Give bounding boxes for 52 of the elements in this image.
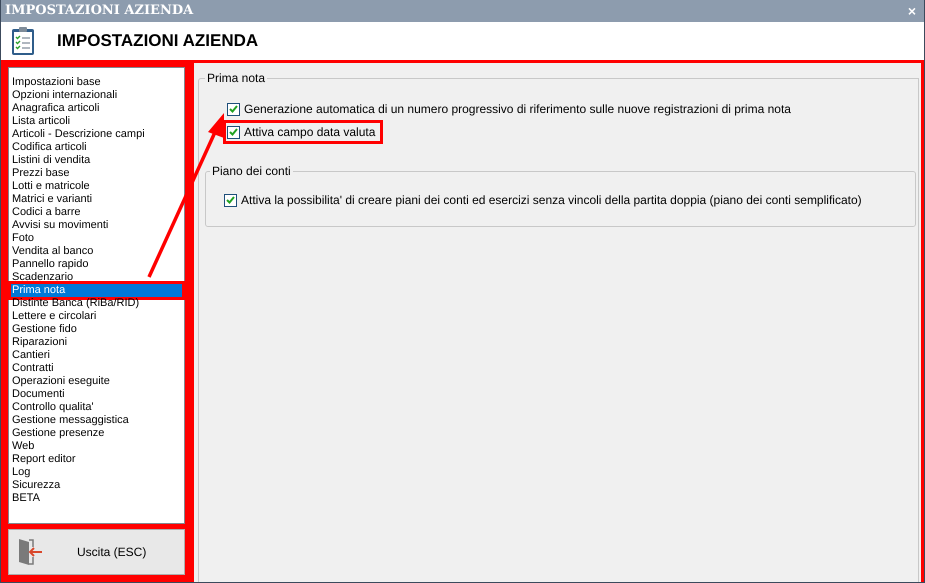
sidebar-item[interactable]: Prima nota [11,284,182,297]
exit-button[interactable]: Uscita (ESC) [8,529,185,575]
checkmark-icon [229,105,238,113]
sidebar-item[interactable]: Codifica articoli [11,141,182,154]
checkbox-option[interactable]: Attiva campo data valuta [225,122,382,142]
sidebar-item[interactable]: Operazioni eseguite [11,375,182,388]
group-title: Piano dei conti [211,163,292,180]
sidebar-item[interactable]: Controllo qualita' [11,401,182,414]
sidebar-item[interactable]: Anagrafica articoli [11,102,182,115]
sidebar-item[interactable]: Log [11,466,182,479]
sidebar-item[interactable]: Contratti [11,362,182,375]
sidebar-item[interactable]: Prezzi base [11,167,182,180]
sidebar-item[interactable]: Sicurezza [11,479,182,492]
sidebar-item[interactable]: Lotti e matricole [11,180,182,193]
sidebar-item[interactable]: Articoli - Descrizione campi [11,128,182,141]
sidebar-item[interactable]: Lettere e circolari [11,310,182,323]
sidebar-item[interactable]: Gestione messaggistica [11,414,182,427]
exit-door-icon [17,537,43,567]
sidebar-item[interactable]: Gestione fido [11,323,182,336]
checkbox[interactable] [224,194,237,206]
sidebar-item[interactable]: Opzioni internazionali [11,89,182,102]
sidebar-item[interactable]: Riparazioni [11,336,182,349]
sidebar-item[interactable]: Distinte Banca (RiBa/RID) [11,297,182,310]
checkmark-icon [229,128,238,136]
checkbox[interactable] [227,102,240,116]
sidebar-item[interactable]: Listini di vendita [11,154,182,167]
sidebar-item[interactable]: Gestione presenze [11,427,182,440]
option-label: Generazione automatica di un numero progressivo di riferimento sulle nuove registrazioni di prima nota [244,101,791,118]
sidebar-item[interactable]: Foto [11,232,182,245]
sidebar-item[interactable]: BETA [11,492,182,505]
sidebar-item[interactable]: Lista articoli [11,115,182,128]
sidebar-item[interactable]: Impostazioni base [11,76,182,89]
sidebar-item[interactable]: Cantieri [11,349,182,362]
option-label: Attiva campo data valuta [244,124,376,141]
sidebar-item[interactable]: Documenti [11,388,182,401]
sidebar-item[interactable]: Report editor [11,453,182,466]
checkmark-icon [226,196,235,204]
sidebar-item[interactable]: Pannello rapido [11,258,182,271]
sidebar-item[interactable]: Avvisi su movimenti [11,219,182,232]
sidebar-item[interactable]: Codici a barre [11,206,182,219]
checkbox[interactable] [227,126,240,138]
sidebar-item[interactable]: Web [11,440,182,453]
checkbox-option[interactable]: Generazione automatica di un numero progressivo di riferimento sulle nuove registrazioni di prima nota [225,99,797,119]
option-label: Attiva la possibilita' di creare piani dei conti ed esercizi senza vincoli della partita doppia (piano dei conti semplificato) [241,192,862,209]
group-title: Prima nota [206,70,266,87]
sidebar-item[interactable]: Matrici e varianti [11,193,182,206]
window-title: IMPOSTAZIONI AZIENDA [5,2,194,20]
header-title: IMPOSTAZIONI AZIENDA [57,30,258,52]
clipboard-icon [11,26,35,56]
sidebar-item[interactable]: Vendita al banco [11,245,182,258]
sidebar-item[interactable]: Scadenzario [11,271,182,284]
checkbox-option[interactable]: Attiva la possibilita' di creare piani dei conti ed esercizi senza vincoli della partita doppia (piano dei conti semplificato) [222,190,868,210]
